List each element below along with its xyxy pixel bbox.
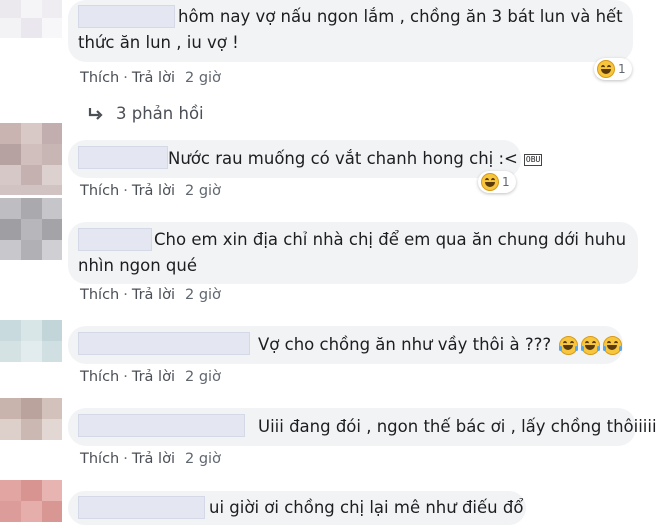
reply-link[interactable]: Trả lời (132, 287, 175, 303)
avatar[interactable] (0, 398, 62, 440)
comment-text-line1: ui giời ơi chồng chị lại mê như điếu đổ (209, 498, 524, 517)
blurred-author-name[interactable] (78, 414, 245, 437)
comment-bubble: Vợ cho chồng ăn như vầy thôi à ??? (68, 326, 623, 364)
comment-bubble: Cho em xin địa chỉ nhà chị để em qua ăn … (68, 222, 638, 284)
blurred-author-name[interactable] (78, 146, 168, 169)
avatar[interactable] (0, 480, 62, 525)
avatar[interactable] (0, 198, 62, 260)
reaction-summary[interactable]: 1 (478, 171, 516, 193)
like-link[interactable]: Thích (80, 287, 119, 303)
timestamp[interactable]: 2 giờ (185, 451, 221, 467)
comment-bubble: Uiii đang đói , ngon thế bác ơi , lấy ch… (68, 408, 657, 446)
like-link[interactable]: Thích (80, 451, 119, 467)
rofl-emoji-icon (559, 336, 579, 355)
comment-text-line1: Cho em xin địa chỉ nhà chị để em qua ăn … (154, 230, 627, 249)
comment-actions: Thích · Trả lời 2 giờ (80, 287, 221, 303)
comment-bubble: hôm nay vợ nấu ngon lắm , chồng ăn 3 bát… (68, 0, 633, 62)
replies-count-label[interactable]: 3 phản hồi (116, 104, 204, 123)
comment-bubble: ui giời ơi chồng chị lại mê như điếu đổ (68, 491, 526, 525)
blurred-author-name[interactable] (78, 332, 250, 355)
comment-text: Vợ cho chồng ăn như vầy thôi à ??? (258, 335, 552, 354)
reply-link[interactable]: Trả lời (132, 70, 175, 86)
avatar[interactable] (0, 320, 62, 362)
comment-text-line2: nhìn ngon qué (78, 256, 198, 275)
blurred-author-name[interactable] (78, 496, 205, 519)
reply-link[interactable]: Trả lời (132, 369, 175, 385)
comment-text-line1: Uiii đang đói , ngon thế bác ơi , lấy ch… (258, 417, 657, 436)
comment-actions: Thích · Trả lời 2 giờ (80, 451, 221, 467)
comment-actions: Thích · Trả lời 2 giờ (80, 70, 221, 86)
comment-actions: Thích · Trả lời 2 giờ (80, 369, 221, 385)
comment-bubble: Nước rau muống có vắt chanh hong chị :< O… (68, 140, 543, 178)
sticker-icon: OBU (520, 152, 546, 168)
reply-arrow-icon (88, 107, 103, 120)
timestamp[interactable]: 2 giờ (185, 70, 221, 86)
timestamp[interactable]: 2 giờ (185, 369, 221, 385)
avatar[interactable] (0, 123, 62, 185)
like-link[interactable]: Thích (80, 70, 119, 86)
comment-text-line1: Vợ cho chồng ăn như vầy thôi à ??? (258, 332, 623, 357)
avatar[interactable] (0, 0, 62, 38)
blurred-author-name[interactable] (78, 228, 152, 251)
reply-link[interactable]: Trả lời (132, 451, 175, 467)
sticker-label: OBU (523, 153, 543, 166)
rofl-emoji-icon (603, 336, 623, 355)
laughing-emoji-icon (597, 60, 615, 78)
comment-text: Nước rau muống có vắt chanh hong chị :< (168, 149, 518, 168)
rofl-emoji-icon (581, 336, 601, 355)
timestamp[interactable]: 2 giờ (185, 183, 221, 199)
reaction-count: 1 (618, 62, 626, 76)
comment-text-line1: hôm nay vợ nấu ngon lắm , chồng ăn 3 bát… (178, 7, 623, 26)
blurred-author-name[interactable] (78, 5, 175, 28)
avatar (0, 185, 62, 195)
timestamp[interactable]: 2 giờ (185, 287, 221, 303)
view-replies-link[interactable]: 3 phản hồi (88, 104, 204, 123)
reaction-summary[interactable]: 1 (594, 58, 632, 80)
reply-link[interactable]: Trả lời (132, 183, 175, 199)
like-link[interactable]: Thích (80, 183, 119, 199)
laughing-emoji-icon (481, 173, 499, 191)
reaction-count: 1 (502, 175, 510, 189)
comment-text-line2: thức ăn lun , iu vợ ! (78, 33, 239, 52)
comment-actions: Thích · Trả lời 2 giờ (80, 183, 221, 199)
like-link[interactable]: Thích (80, 369, 119, 385)
comment-text-line1: Nước rau muống có vắt chanh hong chị :< O… (168, 146, 546, 171)
